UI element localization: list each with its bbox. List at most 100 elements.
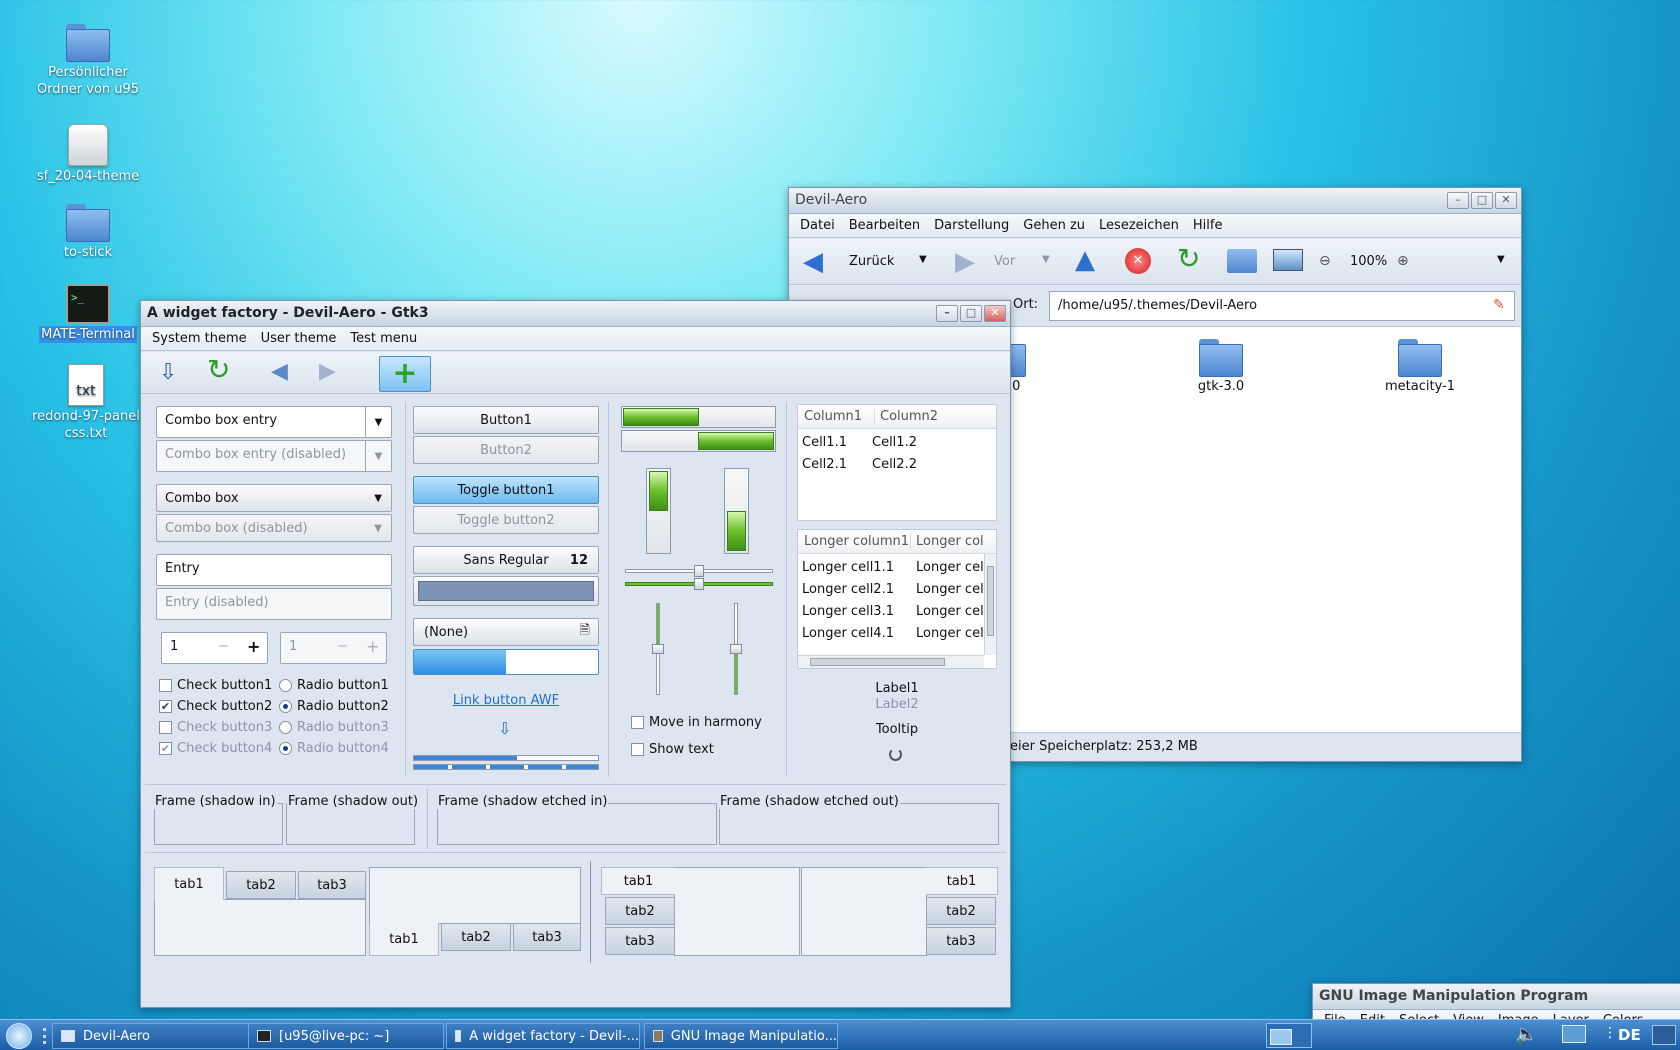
reload-icon[interactable]: ↻ [1177,245,1200,273]
menu-bearbeiten[interactable]: Bearbeiten [842,218,927,233]
task-widget-factory[interactable]: A widget factory - Devil-... [446,1023,640,1049]
back-label[interactable]: Zurück [849,254,894,269]
computer-icon[interactable] [1273,249,1303,271]
plus-icon[interactable]: + [247,637,260,656]
desktop-icon-drive[interactable]: sf_20-04-theme [33,124,143,185]
tree-cell[interactable]: Longer cell3.1 [802,604,894,619]
column-header[interactable]: Longer column1 [804,534,909,549]
desktop-icon-terminal[interactable]: >_ MATE-Terminal [33,284,143,343]
tab-2[interactable]: tab2 [226,871,296,899]
checkbox-checked[interactable]: ✔ [159,700,172,713]
combo-box[interactable]: Combo box ▼ [156,484,392,512]
tree-cell[interactable]: Cell2.2 [872,457,917,472]
back-arrow-icon[interactable]: ◀ [271,361,288,383]
entry[interactable]: Entry [156,554,392,586]
task-devil-aero[interactable]: Devil-Aero [52,1023,274,1049]
maximize-button[interactable]: □ [1471,192,1493,209]
desktop-icon-home[interactable]: Persönlicher Ordner von u95 [33,24,143,98]
tree-view-2[interactable]: Longer column1 Longer col Longer cell1.1… [797,529,997,669]
folder-item[interactable]: metacity-1 [1355,339,1485,394]
folder-item[interactable]: gtk-3.0 [1156,339,1286,394]
tab-1[interactable]: tab1 [926,867,998,895]
vertical-scrollbar[interactable] [984,554,996,655]
location-input[interactable]: /home/u95/.themes/Devil-Aero [1049,291,1515,321]
reload-icon[interactable]: ↻ [207,356,230,384]
tree-cell[interactable]: Longer cell4.1 [802,626,894,641]
tree-cell[interactable]: Longer cell [916,560,987,575]
check-button-1[interactable]: Check button1 [159,678,272,693]
tab-1[interactable]: tab1 [369,923,439,956]
gimp-titlebar[interactable]: GNU Image Manipulation Program [1313,984,1680,1010]
tree-cell[interactable]: Cell1.1 [802,435,847,450]
radio-selected[interactable] [279,700,292,713]
checkbox[interactable] [631,743,644,756]
close-button[interactable]: ✕ [984,305,1006,322]
menu-datei[interactable]: Datei [793,218,842,233]
scale-v1[interactable] [652,603,664,695]
menu-darstellung[interactable]: Darstellung [927,218,1016,233]
radio-button-2[interactable]: Radio button2 [279,699,389,714]
move-in-harmony-check[interactable]: Move in harmony [631,715,762,730]
zoom-in-icon[interactable]: ⊕ [1397,253,1409,269]
zoom-out-icon[interactable]: ⊖ [1319,253,1331,269]
task-gimp[interactable]: GNU Image Manipulatio... [644,1023,838,1049]
tab-3[interactable]: tab3 [926,927,996,955]
tab-1[interactable]: tab1 [154,867,224,900]
check-button-2[interactable]: ✔ Check button2 [159,699,272,714]
minimize-button[interactable]: – [936,305,958,322]
column-header[interactable]: Longer col [910,534,984,549]
notify-icon[interactable]: ⇩ [159,362,177,384]
volume-icon[interactable]: 🔈 [1515,1024,1537,1045]
menu-gehen-zu[interactable]: Gehen zu [1016,218,1092,233]
tooltip-label[interactable]: Tooltip [797,722,997,737]
tree-cell[interactable]: Longer cell [916,626,987,641]
minus-icon[interactable]: − [218,639,229,654]
chevron-down-icon[interactable]: ▼ [365,407,391,437]
desktop-icon-to-stick[interactable]: to-stick [33,204,143,261]
up-arrow-icon[interactable]: ▲ [1075,247,1095,273]
tab-2[interactable]: tab2 [605,897,675,925]
scale-h1[interactable] [625,565,773,577]
slider-handle[interactable] [694,565,704,577]
toggle-button1[interactable]: Toggle button1 [413,476,599,504]
add-button[interactable]: + [379,356,431,392]
tab-3[interactable]: tab3 [605,927,675,955]
file-chooser-button[interactable]: (None) 🗎 [413,618,599,646]
desktop-icon-textfile[interactable]: txt redond-97-panel css.txt [28,364,144,442]
column-header[interactable]: Column1 [804,409,862,424]
tab-3[interactable]: tab3 [298,871,366,899]
tab-2[interactable]: tab2 [926,897,996,925]
tree-cell[interactable]: Longer cell2.1 [802,582,894,597]
color-button[interactable] [413,576,599,606]
slider-handle[interactable] [694,578,704,590]
back-arrow-icon[interactable]: ◀ [803,249,823,275]
slider-handle[interactable] [652,644,664,654]
show-text-check[interactable]: Show text [631,742,714,757]
column-header[interactable]: Column2 [874,409,938,424]
clear-icon[interactable]: ✎ [1493,297,1505,313]
tree-cell[interactable]: Longer cell [916,582,987,597]
tree-cell[interactable]: Cell1.2 [872,435,917,450]
scale-v2[interactable] [730,603,742,695]
tree-cell[interactable]: Longer cell1.1 [802,560,894,575]
minimize-button[interactable]: – [1447,192,1469,209]
button1[interactable]: Button1 [413,406,599,434]
task-terminal[interactable]: [u95@live-pc: ~] [248,1023,444,1049]
radio-button-1[interactable]: Radio button1 [279,678,389,693]
checkbox[interactable] [159,679,172,692]
chevron-down-icon[interactable]: ▼ [919,254,927,265]
tab-2[interactable]: tab2 [441,923,511,951]
maximize-button[interactable]: □ [960,305,982,322]
menu-system-theme[interactable]: System theme [145,331,254,346]
tray-icon[interactable] [1652,1025,1676,1045]
slider-handle[interactable] [730,644,742,654]
awf-window[interactable]: A widget factory - Devil-Aero - Gtk3 – □… [140,300,1011,1008]
combo-entry[interactable]: Combo box entry ▼ [156,406,392,438]
close-button[interactable]: ✕ [1495,192,1517,209]
tab-1[interactable]: tab1 [601,867,675,895]
tree-view-1[interactable]: Column1 Column2 Cell1.1 Cell1.2 Cell2.1 … [797,404,997,521]
tab-3[interactable]: tab3 [513,923,581,951]
network-icon[interactable] [1562,1025,1586,1043]
switch-toggle[interactable] [413,649,599,675]
horizontal-scrollbar[interactable] [798,655,984,668]
